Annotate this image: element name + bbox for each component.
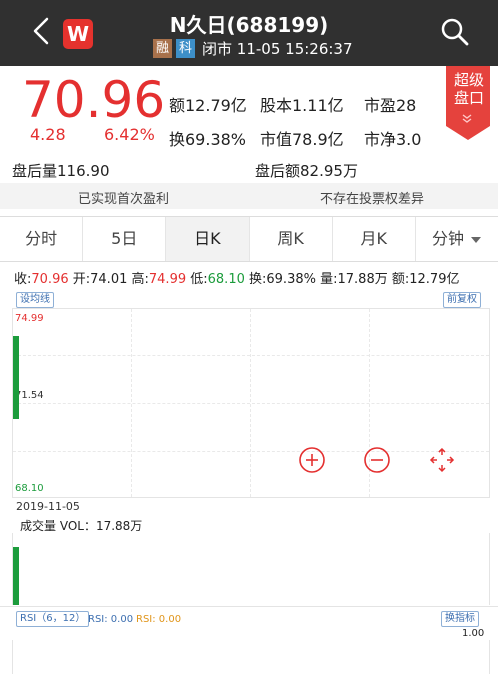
voting-rights-notice: 不存在投票权差异 — [320, 192, 425, 207]
close-value: 70.96 — [31, 272, 69, 287]
volume-chart[interactable] — [12, 533, 490, 605]
amount-stat: 额12.79亿 — [169, 96, 247, 115]
tab-monthly-k[interactable]: 月K — [333, 217, 416, 261]
stock-title: N久日(688199) — [169, 13, 329, 37]
kline-chart[interactable]: 74.99 71.54 68.10 — [12, 308, 490, 498]
zoom-in-icon[interactable] — [299, 447, 325, 473]
rsi-max-label: 1.00 — [462, 628, 485, 639]
tab-intraday[interactable]: 分时 — [0, 217, 84, 261]
axis-high-label: 74.99 — [15, 313, 44, 324]
turnover-value: 69.38% — [266, 272, 316, 287]
tab-5day[interactable]: 5日 — [83, 217, 167, 261]
candle-body — [13, 335, 19, 419]
axis-mid-label: 71.54 — [15, 390, 44, 401]
rsi-1-value: RSI: 0.00 — [88, 614, 134, 625]
rsi-2-value: RSI: 0.00 — [136, 614, 182, 625]
low-label: 低: — [190, 272, 208, 287]
badge-line-2: 盘口 — [453, 89, 484, 107]
ma-settings-button[interactable]: 设均线 — [16, 292, 54, 308]
dropdown-caret-icon — [470, 236, 481, 243]
volume-bar — [13, 547, 19, 605]
badge-line-1: 超级 — [453, 71, 484, 89]
tab-daily-k[interactable]: 日K — [166, 217, 250, 261]
profit-notice: 已实现首次盈利 — [78, 192, 170, 207]
tab-weekly-k[interactable]: 周K — [250, 217, 333, 261]
turnover-stat: 换69.38% — [169, 130, 247, 149]
close-label: 收: — [14, 272, 32, 287]
grid-line — [13, 355, 489, 356]
chart-period-tabs: 分时 5日 日K 周K 月K 分钟 — [0, 216, 498, 262]
super-order-book-label: 超级 盘口 — [450, 71, 488, 107]
volume-indicator-label: 成交量 VOL：17.88万 — [20, 519, 143, 533]
fullscreen-icon[interactable] — [429, 447, 455, 473]
pb-stat: 市净3.0 — [364, 130, 422, 149]
price-adjust-button[interactable]: 前复权 — [443, 292, 481, 308]
chart-date-label: 2019-11-05 — [16, 500, 80, 513]
grid-line — [13, 403, 489, 404]
turnover-label: 换: — [249, 272, 267, 287]
open-label: 开: — [72, 272, 91, 287]
pe-stat: 市盈28 — [364, 96, 417, 115]
market-status: 闭市 11-05 15:26:37 — [202, 39, 353, 58]
low-value: 68.10 — [207, 272, 245, 287]
search-icon[interactable] — [438, 15, 470, 47]
tab-minute-label: 分钟 — [431, 229, 464, 248]
amount-label: 额: — [391, 272, 410, 287]
high-label: 高: — [131, 272, 149, 287]
zoom-out-icon[interactable] — [364, 447, 390, 473]
switch-indicator-button[interactable]: 换指标 — [441, 611, 479, 627]
ohlc-info-line: 收:70.96 开:74.01 高:74.99 低:68.10 换:69.38%… — [14, 268, 459, 287]
open-value: 74.01 — [90, 272, 128, 287]
rsi-chart[interactable] — [12, 640, 490, 674]
rsi-params-button[interactable]: RSI（6，12） — [16, 611, 90, 627]
after-hours-amount: 盘后额82.95万 — [255, 162, 358, 180]
price-change-percent: 6.42% — [104, 125, 155, 144]
volume-value: 17.88万 — [337, 272, 388, 287]
top-bar: W N久日(688199) 融 科 闭市 11-05 15:26:37 — [0, 0, 498, 66]
margin-tag: 融 — [153, 38, 173, 58]
volume-label: 量: — [320, 272, 338, 287]
current-price: 70.96 — [22, 71, 166, 129]
share-capital-stat: 股本1.11亿 — [260, 96, 344, 115]
after-hours-volume: 盘后量116.90 — [12, 162, 110, 180]
stock-subtitle: 融 科 闭市 11-05 15:26:37 — [153, 38, 353, 58]
axis-low-label: 68.10 — [15, 483, 44, 494]
price-change: 4.28 — [30, 125, 66, 144]
market-cap-stat: 市值78.9亿 — [260, 130, 344, 149]
chevron-down-icon — [462, 114, 472, 123]
tab-minute[interactable]: 分钟 — [416, 217, 498, 261]
star-market-tag: 科 — [176, 38, 196, 58]
grid-line — [13, 451, 489, 452]
high-value: 74.99 — [148, 272, 187, 287]
amount-value: 12.79亿 — [409, 272, 460, 287]
